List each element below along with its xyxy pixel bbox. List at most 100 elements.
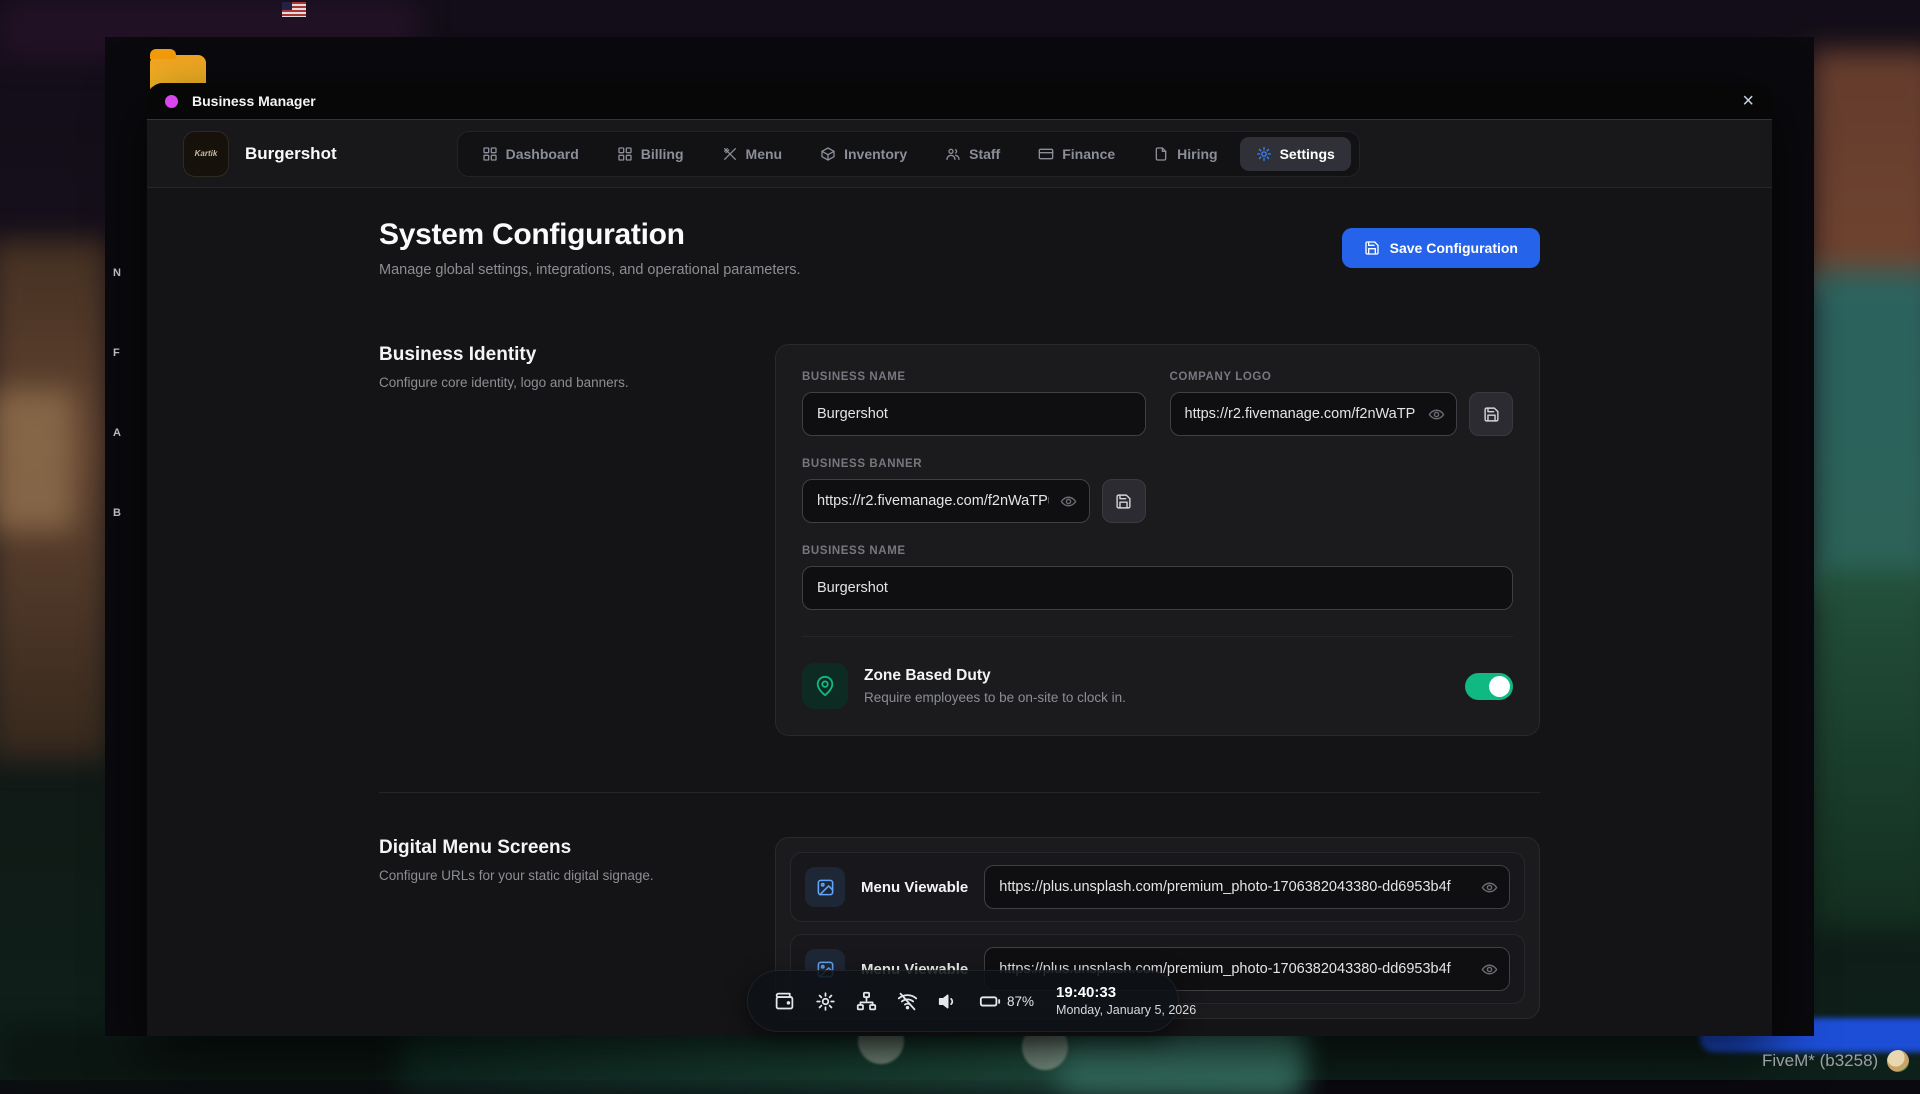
save-icon	[1364, 240, 1380, 256]
panel-divider	[802, 636, 1513, 637]
tab-label: Inventory	[844, 146, 907, 162]
business-manager-window: Business Manager × Kartik Burgershot Das…	[147, 83, 1772, 1036]
eye-icon	[1481, 879, 1498, 896]
fivem-build-label: FiveM* (b3258)	[1762, 1051, 1878, 1071]
business-name-input-2[interactable]	[802, 566, 1513, 610]
preview-eye-button[interactable]	[1476, 956, 1502, 982]
save-logo-button[interactable]	[1469, 392, 1513, 436]
page-header: System Configuration Manage global setti…	[379, 218, 1540, 278]
section-title: Business Identity	[379, 344, 775, 366]
save-icon	[1115, 493, 1132, 510]
volume-icon[interactable]	[938, 991, 959, 1012]
window-titlebar: Business Manager ×	[147, 83, 1772, 120]
business-name-heading: Burgershot	[245, 144, 337, 164]
gear-icon	[1256, 146, 1272, 162]
business-banner-label: BUSINESS BANNER	[802, 458, 1146, 470]
toggle-knob	[1489, 676, 1510, 697]
business-banner-field-group: BUSINESS BANNER	[802, 458, 1146, 523]
bg-mural-rust	[1810, 50, 1920, 290]
battery-status[interactable]: 87%	[979, 990, 1034, 1012]
eye-icon	[1060, 493, 1077, 510]
company-logo-input[interactable]	[1170, 392, 1458, 436]
tab-label: Finance	[1062, 146, 1115, 162]
credit-card-icon	[1038, 146, 1054, 162]
network-sitemap-icon[interactable]	[856, 991, 877, 1012]
section-subtitle: Configure URLs for your static digital s…	[379, 868, 775, 883]
system-taskbar: 87% 19:40:33 Monday, January 5, 2026	[747, 970, 1179, 1032]
zone-based-duty-row: Zone Based Duty Require employees to be …	[802, 663, 1513, 709]
business-name-field-group: BUSINESS NAME	[802, 371, 1146, 436]
users-icon	[945, 146, 961, 162]
section-subtitle: Configure core identity, logo and banner…	[379, 375, 775, 390]
tab-label: Billing	[641, 146, 684, 162]
computer-screen: N F A B Business Manager × Kartik Burger…	[105, 37, 1814, 1036]
zone-duty-subtitle: Require employees to be on-site to clock…	[864, 690, 1126, 705]
tab-label: Staff	[969, 146, 1000, 162]
wallet-icon[interactable]	[774, 991, 795, 1012]
file-icon	[1153, 146, 1169, 162]
grid-icon	[617, 146, 633, 162]
business-name-input[interactable]	[802, 392, 1146, 436]
bg-mural-teal	[1810, 270, 1920, 590]
preview-eye-button[interactable]	[1476, 874, 1502, 900]
save-banner-button[interactable]	[1102, 479, 1146, 523]
business-banner-input[interactable]	[802, 479, 1090, 523]
clock-time: 19:40:33	[1056, 984, 1196, 1003]
grid-icon	[482, 146, 498, 162]
tab-label: Settings	[1280, 146, 1335, 162]
zone-duty-toggle[interactable]	[1465, 673, 1513, 700]
desktop-icon-label: B	[113, 507, 121, 519]
preview-eye-button[interactable]	[1423, 401, 1449, 427]
business-name2-field-group: BUSINESS NAME	[802, 545, 1513, 610]
window-title: Business Manager	[192, 93, 316, 109]
american-flag	[282, 2, 306, 17]
save-configuration-button[interactable]: Save Configuration	[1342, 228, 1540, 268]
wifi-off-icon[interactable]	[897, 991, 918, 1012]
image-icon-tile	[805, 867, 845, 907]
tab-dashboard[interactable]: Dashboard	[466, 137, 595, 171]
nav-tabs: Dashboard Billing Menu Inventory Staff	[457, 131, 1360, 177]
zone-duty-title: Zone Based Duty	[864, 667, 1126, 685]
section-intro: Business Identity Configure core identit…	[379, 344, 775, 736]
image-icon	[816, 878, 835, 897]
bg-floor-aqua	[1060, 1032, 1300, 1090]
company-logo-field-group: COMPANY LOGO	[1170, 371, 1514, 436]
tab-hiring[interactable]: Hiring	[1137, 137, 1233, 171]
eye-icon	[1481, 961, 1498, 978]
map-pin-icon-tile	[802, 663, 848, 709]
menu-row-label: Menu Viewable	[861, 879, 968, 896]
business-identity-panel: BUSINESS NAME COMPANY LOGO	[775, 344, 1540, 736]
tab-menu[interactable]: Menu	[706, 137, 799, 171]
save-configuration-label: Save Configuration	[1390, 240, 1518, 256]
tab-label: Hiring	[1177, 146, 1217, 162]
preview-eye-button[interactable]	[1056, 488, 1082, 514]
bg-mural-green	[1810, 570, 1920, 930]
menu-url-input[interactable]	[984, 865, 1510, 909]
tab-staff[interactable]: Staff	[929, 137, 1016, 171]
tab-inventory[interactable]: Inventory	[804, 137, 923, 171]
bg-wood-highlight	[0, 390, 74, 530]
tab-label: Menu	[746, 146, 783, 162]
section-intro: Digital Menu Screens Configure URLs for …	[379, 837, 775, 1019]
company-logo-tile: Kartik	[183, 131, 229, 177]
page-subtitle: Manage global settings, integrations, an…	[379, 262, 801, 278]
business-name-label: BUSINESS NAME	[802, 371, 1146, 383]
fivem-watermark: FiveM* (b3258)	[1762, 1050, 1909, 1072]
tab-settings[interactable]: Settings	[1240, 137, 1351, 171]
section-divider	[379, 792, 1540, 793]
gear-icon[interactable]	[815, 991, 836, 1012]
tab-billing[interactable]: Billing	[601, 137, 700, 171]
battery-percent: 87%	[1007, 994, 1034, 1009]
close-button[interactable]: ×	[1742, 91, 1754, 111]
desktop-icon-label: N	[113, 267, 121, 279]
desktop-icon-label: A	[113, 427, 121, 439]
clock[interactable]: 19:40:33 Monday, January 5, 2026	[1056, 984, 1196, 1018]
page-title: System Configuration	[379, 218, 801, 252]
save-icon	[1483, 406, 1500, 423]
business-name-label: BUSINESS NAME	[802, 545, 1513, 557]
package-icon	[820, 146, 836, 162]
taco-icon	[1887, 1050, 1909, 1072]
company-logo-image: Kartik	[195, 149, 218, 158]
tab-finance[interactable]: Finance	[1022, 137, 1131, 171]
utensils-icon	[722, 146, 738, 162]
